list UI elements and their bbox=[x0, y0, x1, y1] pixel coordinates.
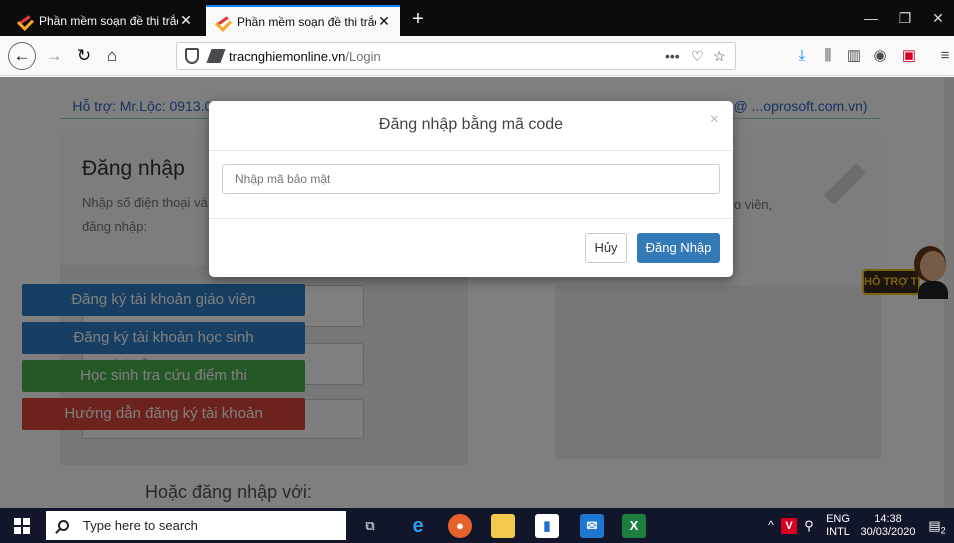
browser-nav-bar: ← → ↻ ⌂ tracnghiemonline.vn /Login ••• ♡… bbox=[0, 36, 954, 76]
window-close-icon[interactable]: ✕ bbox=[922, 0, 954, 36]
notification-center[interactable]: ▤2 bbox=[926, 508, 948, 543]
back-arrow-icon[interactable]: ← bbox=[8, 42, 36, 70]
new-tab-icon[interactable]: + bbox=[406, 6, 430, 32]
store-icon[interactable]: ▮ bbox=[535, 514, 559, 538]
notification-count: 2 bbox=[940, 525, 946, 536]
tab-close-icon[interactable]: ✕ bbox=[376, 13, 392, 30]
modal-footer: Hủy Đăng Nhập bbox=[209, 218, 733, 277]
tracking-shield-icon[interactable] bbox=[185, 48, 199, 64]
bookmark-star-icon[interactable]: ☆ bbox=[713, 43, 726, 69]
security-code-input[interactable] bbox=[222, 164, 720, 194]
firefox-icon[interactable]: ● bbox=[448, 514, 472, 538]
url-bar[interactable]: tracnghiemonline.vn /Login ••• ♡ ☆ bbox=[176, 42, 736, 70]
edge-browser-icon[interactable]: e bbox=[406, 514, 430, 538]
excel-icon[interactable]: X bbox=[622, 514, 646, 538]
minimize-icon[interactable]: — bbox=[855, 0, 887, 36]
page-scrollbar[interactable] bbox=[944, 77, 954, 508]
download-icon[interactable]: ⤓ bbox=[789, 42, 815, 70]
url-domain: tracnghiemonline.vn bbox=[229, 48, 346, 64]
sidebar-icon[interactable]: ▥ bbox=[841, 42, 867, 70]
pocket-icon[interactable]: ♡ bbox=[691, 43, 704, 69]
library-icon[interactable]: ⫼ bbox=[815, 42, 841, 70]
tray-expand-icon[interactable]: ^ bbox=[764, 508, 778, 543]
network-icon[interactable]: ⚲ bbox=[801, 508, 817, 543]
page-actions-icon[interactable]: ••• bbox=[665, 43, 680, 69]
clock-date: 30/03/2020 bbox=[860, 526, 916, 538]
language-code: ENG bbox=[826, 513, 850, 525]
site-favicon-icon bbox=[16, 14, 32, 28]
windows-start-icon[interactable] bbox=[14, 518, 30, 534]
site-favicon-icon bbox=[214, 15, 230, 29]
input-language[interactable]: ENG INTL bbox=[822, 508, 854, 543]
taskbar-search[interactable]: Type here to search bbox=[46, 511, 346, 540]
home-icon[interactable]: ⌂ bbox=[98, 42, 126, 70]
code-login-modal: Đăng nhập bằng mã code × Hủy Đăng Nhập bbox=[209, 101, 733, 277]
reload-icon[interactable]: ↻ bbox=[70, 42, 98, 70]
file-explorer-icon[interactable] bbox=[491, 514, 515, 538]
antivirus-tray-icon[interactable]: V bbox=[781, 518, 797, 534]
account-icon[interactable]: ◉ bbox=[867, 42, 893, 70]
system-clock[interactable]: 14:38 30/03/2020 bbox=[856, 508, 920, 543]
task-view-icon[interactable]: ⧉ bbox=[358, 514, 382, 538]
forward-arrow-icon[interactable]: → bbox=[40, 42, 68, 70]
modal-close-icon[interactable]: × bbox=[710, 111, 719, 129]
cancel-button[interactable]: Hủy bbox=[585, 233, 627, 263]
clock-time: 14:38 bbox=[874, 513, 902, 525]
search-icon bbox=[58, 520, 69, 531]
modal-header: Đăng nhập bằng mã code × bbox=[209, 101, 733, 151]
tab-active[interactable]: Phần mềm soạn đề thi trắc ngh ✕ bbox=[206, 5, 400, 36]
code-login-submit-button[interactable]: Đăng Nhập bbox=[637, 233, 720, 263]
tab-title: Phần mềm soạn đề thi trắc ng bbox=[39, 13, 178, 28]
restore-icon[interactable]: ❐ bbox=[889, 0, 921, 36]
tab-inactive[interactable]: Phần mềm soạn đề thi trắc ng ✕ bbox=[8, 5, 202, 36]
language-layout: INTL bbox=[826, 526, 850, 538]
url-path: /Login bbox=[345, 48, 381, 64]
extension-icon[interactable]: ▣ bbox=[896, 42, 922, 70]
mail-icon[interactable]: ✉ bbox=[580, 514, 604, 538]
taskbar-search-placeholder: Type here to search bbox=[83, 518, 198, 533]
browser-tab-bar: Phần mềm soạn đề thi trắc ng ✕ Phần mềm … bbox=[0, 0, 954, 36]
insecure-lock-icon[interactable] bbox=[206, 49, 226, 63]
windows-taskbar: Type here to search ⧉ e ● ▮ ✉ X ^ V ⚲ EN… bbox=[0, 508, 954, 543]
menu-icon[interactable]: ≡ bbox=[932, 42, 954, 70]
notification-icon: ▤ bbox=[928, 518, 941, 533]
modal-title: Đăng nhập bằng mã code bbox=[378, 116, 564, 133]
tab-close-icon[interactable]: ✕ bbox=[178, 12, 194, 29]
page-content: Hỗ trợ: Mr.Lộc: 0913.050.199 (Lực Beauty… bbox=[0, 77, 954, 508]
tab-title: Phần mềm soạn đề thi trắc ngh bbox=[237, 14, 376, 29]
